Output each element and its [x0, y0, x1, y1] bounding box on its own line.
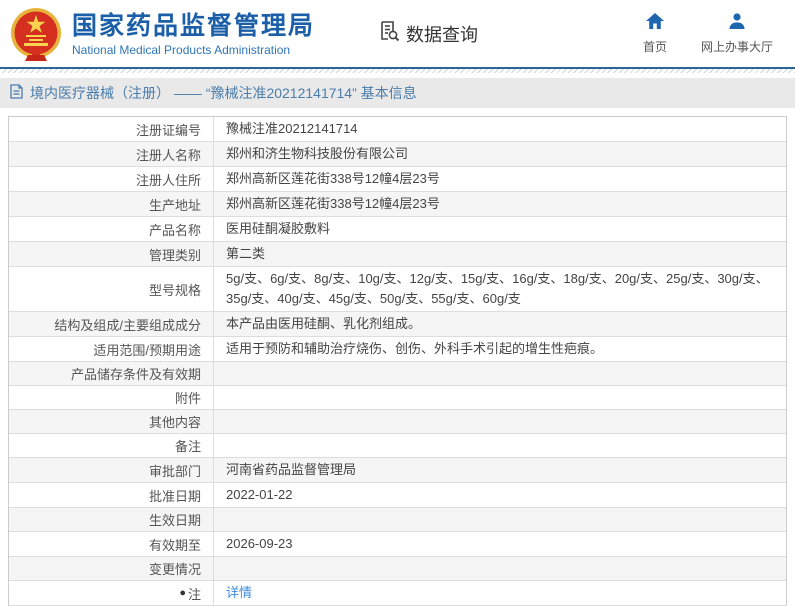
data-query-label: 数据查询 — [406, 24, 479, 45]
row-label: 审批部门 — [9, 458, 214, 482]
row-label: ● 注 — [9, 581, 214, 605]
table-row: ● 注详情 — [9, 581, 786, 606]
table-row: 其他内容 — [9, 410, 786, 434]
row-value: 第二类 — [214, 242, 786, 266]
table-row: 产品储存条件及有效期 — [9, 362, 786, 386]
row-value-text: 郑州高新区莲花街338号12幢4层23号 — [226, 171, 440, 186]
row-label: 批准日期 — [9, 483, 214, 507]
row-value-text: 2026-09-23 — [226, 536, 293, 551]
row-value-text: 适用于预防和辅助治疗烧伤、创伤、外科手术引起的增生性疤痕。 — [226, 341, 604, 356]
row-label: 产品名称 — [9, 217, 214, 241]
hatch-strip — [0, 69, 795, 73]
row-value: 医用硅酮凝胶敷料 — [214, 217, 786, 241]
row-label: 注册证编号 — [9, 117, 214, 141]
row-label: 生效日期 — [9, 508, 214, 531]
details-link[interactable]: 详情 — [226, 583, 252, 603]
table-row: 产品名称 医用硅酮凝胶敷料 — [9, 217, 786, 242]
row-label: 适用范围/预期用途 — [9, 337, 214, 361]
row-label: 其他内容 — [9, 410, 214, 433]
data-query-nav[interactable]: 数据查询 — [377, 19, 478, 48]
row-value: 2026-09-23 — [214, 532, 786, 556]
row-value — [214, 362, 786, 385]
table-row: 注册人名称 郑州和济生物科技股份有限公司 — [9, 142, 786, 167]
table-row: 管理类别 第二类 — [9, 242, 786, 267]
table-row: 结构及组成/主要组成成分 本产品由医用硅酮、乳化剂组成。 — [9, 312, 786, 337]
breadcrumb-text: 境内医疗器械（注册） —— “豫械注准20212141714” 基本信息 — [30, 85, 417, 101]
row-label: 有效期至 — [9, 532, 214, 556]
nav-home-label: 首页 — [642, 40, 667, 54]
row-value: 2022-01-22 — [214, 483, 786, 507]
row-value: 本产品由医用硅酮、乳化剂组成。 — [214, 312, 786, 336]
table-row: 有效期至 2026-09-23 — [9, 532, 786, 557]
row-value — [214, 508, 786, 531]
national-emblem-icon — [10, 7, 62, 61]
row-label: 产品储存条件及有效期 — [9, 362, 214, 385]
row-value: 郑州高新区莲花街338号12幢4层23号 — [214, 192, 786, 216]
doc-search-icon — [377, 19, 401, 48]
row-value-text: 本产品由医用硅酮、乳化剂组成。 — [226, 316, 422, 331]
home-icon — [645, 12, 665, 35]
table-row: 变更情况 — [9, 557, 786, 581]
table-row: 注册人住所 郑州高新区莲花街338号12幢4层23号 — [9, 167, 786, 192]
row-value-text: 第二类 — [226, 246, 266, 261]
nav-home[interactable]: 首页 — [643, 12, 667, 55]
row-label: 注册人名称 — [9, 142, 214, 166]
header-right-nav: 首页 网上办事大厅 — [643, 12, 773, 55]
row-label: 变更情况 — [9, 557, 214, 580]
table-row: 适用范围/预期用途 适用于预防和辅助治疗烧伤、创伤、外科手术引起的增生性疤痕。 — [9, 337, 786, 362]
row-value-text: 豫械注准20212141714 — [226, 121, 358, 136]
row-value-text: 郑州和济生物科技股份有限公司 — [226, 146, 409, 161]
row-label: 备注 — [9, 434, 214, 457]
registration-detail-table: 注册证编号 豫械注准20212141714 注册人名称 郑州和济生物科技股份有限公司注… — [8, 116, 787, 606]
row-value-text: 医用硅酮凝胶敷料 — [226, 221, 331, 236]
table-row: 批准日期 2022-01-22 — [9, 483, 786, 508]
row-value — [214, 434, 786, 457]
note-pin-icon: ● — [179, 586, 186, 599]
nav-service-hall-label: 网上办事大厅 — [700, 40, 773, 54]
table-row: 生效日期 — [9, 508, 786, 532]
table-row: 审批部门 河南省药品监督管理局 — [9, 458, 786, 483]
row-value: 郑州和济生物科技股份有限公司 — [214, 142, 786, 166]
row-label: 附件 — [9, 386, 214, 409]
row-value-text: 2022-01-22 — [226, 487, 293, 502]
row-label: 管理类别 — [9, 242, 214, 266]
row-value-text: 河南省药品监督管理局 — [226, 462, 357, 477]
row-value: 详情 — [214, 581, 786, 605]
nav-service-hall[interactable]: 网上办事大厅 — [701, 12, 773, 55]
row-label: 生产地址 — [9, 192, 214, 216]
row-value: 适用于预防和辅助治疗烧伤、创伤、外科手术引起的增生性疤痕。 — [214, 337, 786, 361]
row-value: 河南省药品监督管理局 — [214, 458, 786, 482]
user-icon — [727, 12, 747, 35]
breadcrumb: 境内医疗器械（注册） —— “豫械注准20212141714” 基本信息 — [0, 78, 795, 108]
header: 国家药品监督管理局 National Medical Products Admi… — [0, 0, 795, 67]
row-value: 5g/支、6g/支、8g/支、10g/支、12g/支、15g/支、16g/支、1… — [214, 267, 786, 311]
table-row: 型号规格 5g/支、6g/支、8g/支、10g/支、12g/支、15g/支、16g… — [9, 267, 786, 312]
row-value: 豫械注准20212141714 — [214, 117, 786, 141]
row-label: 注册人住所 — [9, 167, 214, 191]
brand-text: 国家药品监督管理局 National Medical Products Admi… — [72, 11, 315, 57]
brand: 国家药品监督管理局 National Medical Products Admi… — [10, 7, 315, 61]
row-value: 郑州高新区莲花街338号12幢4层23号 — [214, 167, 786, 191]
table-row: 注册证编号 豫械注准20212141714 — [9, 117, 786, 142]
table-row: 附件 — [9, 386, 786, 410]
row-value-text: 郑州高新区莲花街338号12幢4层23号 — [226, 196, 440, 211]
row-value-text: 5g/支、6g/支、8g/支、10g/支、12g/支、15g/支、16g/支、1… — [226, 271, 769, 306]
row-label: 型号规格 — [9, 267, 214, 311]
org-name-en: National Medical Products Administration — [72, 42, 291, 57]
table-row: 生产地址 郑州高新区莲花街338号12幢4层23号 — [9, 192, 786, 217]
document-icon — [10, 84, 23, 102]
table-row: 备注 — [9, 434, 786, 458]
row-value — [214, 410, 786, 433]
row-value — [214, 557, 786, 580]
row-value — [214, 386, 786, 409]
row-label: 结构及组成/主要组成成分 — [9, 312, 214, 336]
org-name-zh: 国家药品监督管理局 — [72, 11, 316, 40]
